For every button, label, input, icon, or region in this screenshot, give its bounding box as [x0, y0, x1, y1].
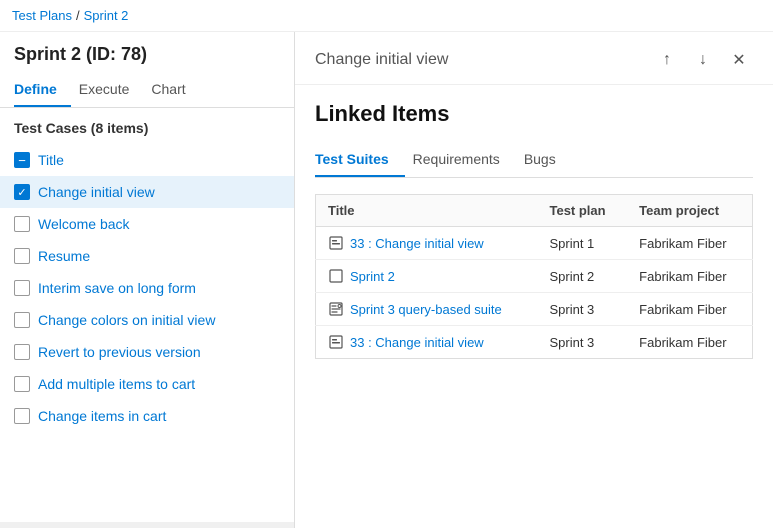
left-panel: Sprint 2 (ID: 78) Define Execute Chart T…	[0, 32, 295, 528]
table-row[interactable]: Sprint 3 query-based suite Sprint 3 Fabr…	[316, 293, 753, 326]
left-header: Sprint 2 (ID: 78)	[0, 32, 294, 73]
list-item[interactable]: Change items in cart	[0, 400, 294, 432]
list-item[interactable]: Change initial view	[0, 176, 294, 208]
col-team-project: Team project	[627, 195, 752, 227]
row-team-project: Fabrikam Fiber	[627, 260, 752, 293]
list-item[interactable]: Welcome back	[0, 208, 294, 240]
row-team-project: Fabrikam Fiber	[627, 227, 752, 260]
checkbox-change-items[interactable]	[14, 408, 30, 424]
row-title-cell: 33 : Change initial view	[328, 235, 525, 251]
checkbox-revert[interactable]	[14, 344, 30, 360]
close-button[interactable]: ✕	[725, 46, 753, 74]
item-label-add-multiple: Add multiple items to cart	[38, 376, 195, 392]
item-label-welcome: Welcome back	[38, 216, 130, 232]
row-title-cell: Sprint 3 query-based suite	[328, 301, 525, 317]
row-title-text: 33 : Change initial view	[350, 335, 484, 350]
suite-icon	[328, 235, 344, 251]
sub-tab-bugs[interactable]: Bugs	[524, 143, 572, 177]
item-label-change-initial: Change initial view	[38, 184, 155, 200]
item-label-resume: Resume	[38, 248, 90, 264]
sub-tabs: Test Suites Requirements Bugs	[315, 143, 753, 178]
row-title-cell: 33 : Change initial view	[328, 334, 525, 350]
header-actions: ↑ ↓ ✕	[653, 46, 753, 74]
row-test-plan: Sprint 2	[537, 260, 627, 293]
suite-icon	[328, 268, 344, 284]
left-tabs: Define Execute Chart	[0, 73, 294, 108]
sub-tab-requirements[interactable]: Requirements	[413, 143, 516, 177]
checkbox-welcome[interactable]	[14, 216, 30, 232]
list-item[interactable]: Resume	[0, 240, 294, 272]
row-test-plan: Sprint 3	[537, 293, 627, 326]
tab-chart[interactable]: Chart	[151, 73, 199, 107]
checkbox-add-multiple[interactable]	[14, 376, 30, 392]
breadcrumb-separator: /	[76, 8, 80, 23]
breadcrumb-testplans[interactable]: Test Plans	[12, 8, 72, 23]
list-item[interactable]: Title	[0, 144, 294, 176]
table-row[interactable]: Sprint 2 Sprint 2 Fabrikam Fiber	[316, 260, 753, 293]
list-item[interactable]: Revert to previous version	[0, 336, 294, 368]
row-title-cell: Sprint 2	[328, 268, 525, 284]
right-panel: Change initial view ↑ ↓ ✕ Linked Items T…	[295, 32, 773, 528]
list-item[interactable]: Add multiple items to cart	[0, 368, 294, 400]
item-label-change-items: Change items in cart	[38, 408, 166, 424]
right-body: Linked Items Test Suites Requirements Bu…	[295, 85, 773, 528]
navigate-down-button[interactable]: ↓	[689, 46, 717, 74]
right-header: Change initial view ↑ ↓ ✕	[295, 32, 773, 85]
linked-items-table: Title Test plan Team project	[315, 194, 753, 359]
checkbox-colors[interactable]	[14, 312, 30, 328]
linked-items-title: Linked Items	[315, 101, 753, 127]
test-cases-list: Title Change initial view Welcome back R…	[0, 144, 294, 518]
tab-execute[interactable]: Execute	[79, 73, 144, 107]
sprint-title: Sprint 2 (ID: 78)	[14, 44, 280, 65]
col-title: Title	[316, 195, 538, 227]
breadcrumb: Test Plans / Sprint 2	[0, 0, 773, 32]
row-title-text: Sprint 2	[350, 269, 395, 284]
suite-query-icon	[328, 301, 344, 317]
breadcrumb-sprint2[interactable]: Sprint 2	[84, 8, 129, 23]
row-title-text: Sprint 3 query-based suite	[350, 302, 502, 317]
list-item[interactable]: Change colors on initial view	[0, 304, 294, 336]
checkbox-title[interactable]	[14, 152, 30, 168]
right-panel-title: Change initial view	[315, 51, 653, 69]
navigate-up-button[interactable]: ↑	[653, 46, 681, 74]
row-test-plan: Sprint 3	[537, 326, 627, 359]
list-item[interactable]: Interim save on long form	[0, 272, 294, 304]
row-test-plan: Sprint 1	[537, 227, 627, 260]
table-row[interactable]: 33 : Change initial view Sprint 3 Fabrik…	[316, 326, 753, 359]
checkbox-change-initial[interactable]	[14, 184, 30, 200]
test-cases-header: Test Cases (8 items)	[0, 108, 294, 144]
suite-icon	[328, 334, 344, 350]
sub-tab-test-suites[interactable]: Test Suites	[315, 143, 405, 177]
left-scrollbar[interactable]	[0, 522, 294, 528]
item-label-title: Title	[38, 152, 64, 168]
table-row[interactable]: 33 : Change initial view Sprint 1 Fabrik…	[316, 227, 753, 260]
checkbox-interim[interactable]	[14, 280, 30, 296]
row-team-project: Fabrikam Fiber	[627, 326, 752, 359]
checkbox-resume[interactable]	[14, 248, 30, 264]
col-test-plan: Test plan	[537, 195, 627, 227]
item-label-interim: Interim save on long form	[38, 280, 196, 296]
row-team-project: Fabrikam Fiber	[627, 293, 752, 326]
item-label-revert: Revert to previous version	[38, 344, 201, 360]
tab-define[interactable]: Define	[14, 73, 71, 107]
item-label-colors: Change colors on initial view	[38, 312, 215, 328]
row-title-text: 33 : Change initial view	[350, 236, 484, 251]
